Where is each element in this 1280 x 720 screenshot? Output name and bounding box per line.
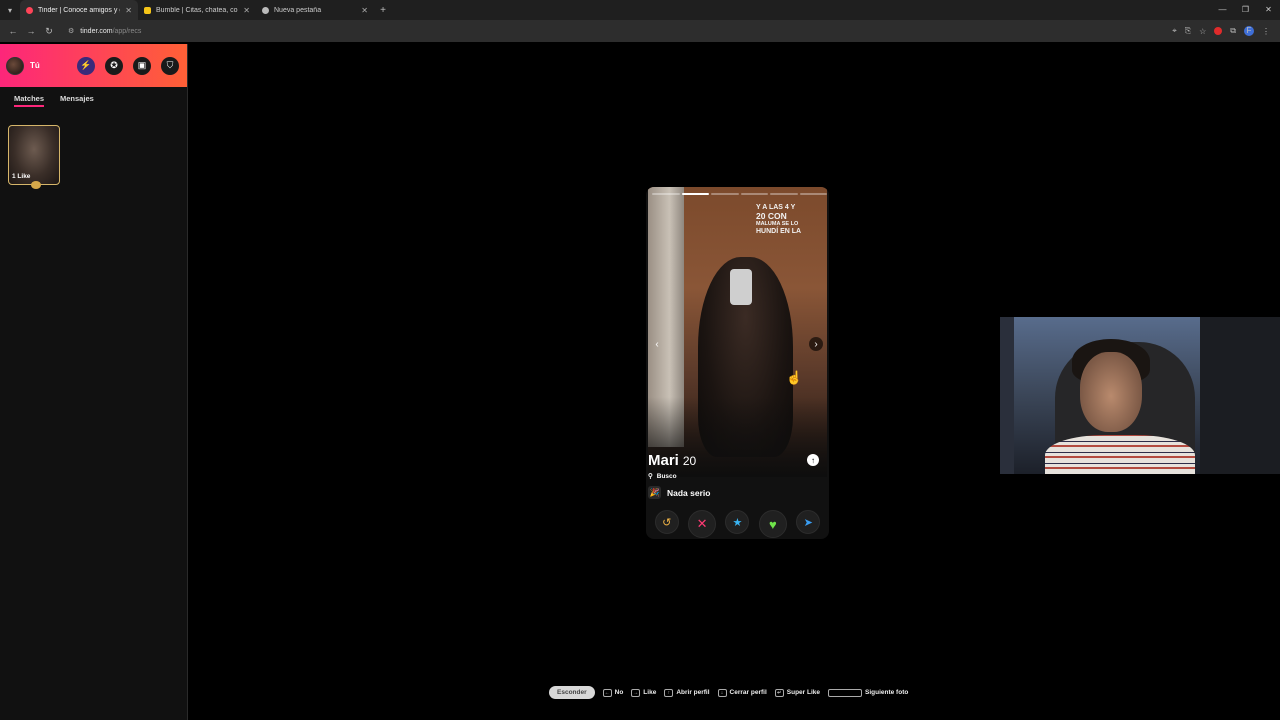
minimize-icon[interactable]: — (1211, 0, 1234, 20)
bumble-favicon-icon (144, 6, 151, 14)
photo-progress-segment (681, 193, 709, 195)
browser-toolbar: ← → ↻ ⚙ tinder.com/app/recs ⌖ ⎘ ☆ ⧉ F ⋮ (0, 20, 1280, 42)
explore-compass-icon[interactable]: ✪ (105, 56, 123, 75)
tinder-favicon-icon (26, 6, 33, 14)
forward-icon[interactable]: → (22, 26, 40, 36)
profile-info: Mari 20 ↑ ⚲ Busco 🎉 Nada serio (648, 452, 827, 499)
hint-like: → Like (631, 688, 657, 697)
install-app-icon[interactable]: ⎘ (1185, 26, 1191, 36)
relationship-goal-text: Nada serio (667, 487, 711, 498)
magnifier-icon: ⚲ (648, 473, 653, 480)
up-arrow-key-icon: ↑ (664, 688, 674, 697)
profile-avatar[interactable]: F (1244, 26, 1254, 36)
sidebar-tabs: Matches Mensajes (0, 87, 187, 113)
looking-for-label: Busco (656, 472, 677, 480)
enter-key-icon: ↵ (774, 688, 784, 697)
next-photo-chevron-icon[interactable]: › (809, 337, 823, 351)
hint-open-profile: ↑ Abrir perfil (664, 688, 710, 697)
browser-tab-bar: ▾ Tinder | Conoce amigos y gente ✕ Bumbl… (0, 0, 1280, 20)
tab-messages[interactable]: Mensajes (60, 94, 94, 107)
chrome-favicon-icon (262, 6, 269, 14)
boost-lightning-icon[interactable]: ⚡ (77, 56, 95, 75)
photo-progress-segment (799, 193, 827, 195)
site-info-icon[interactable]: ⚙ (68, 27, 74, 35)
profile-name: Mari (648, 452, 679, 469)
nope-button[interactable]: ✕ (688, 510, 717, 538)
tab-matches[interactable]: Matches (14, 94, 45, 107)
tab-search-icon[interactable]: ▾ (0, 0, 20, 20)
sidebar-header: Tú ⚡ ✪ ▣ ⛉ (0, 44, 187, 87)
right-arrow-key-icon: → (631, 688, 641, 697)
extensions-puzzle-icon[interactable]: ⧉ (1230, 26, 1236, 36)
reload-icon[interactable]: ↻ (40, 26, 58, 37)
close-window-icon[interactable]: ✕ (1257, 0, 1280, 20)
photo-caption: Y A LAS 4 Y 20 CON MALUMA SE LO HUNDÍ EN… (756, 204, 802, 235)
send-boost-button[interactable]: ➤ (796, 510, 821, 534)
photo-progress-bar (652, 193, 827, 196)
looking-for-row: ⚲ Busco (648, 472, 827, 481)
webcam-overlay (1000, 317, 1280, 474)
keyboard-shortcuts-bar: Esconder ← No → Like ↑ Abrir perfil ↓ Cerrar… (549, 686, 908, 699)
close-tab-icon[interactable]: ✕ (243, 6, 250, 15)
url-host: tinder.com (80, 27, 113, 35)
my-avatar[interactable] (6, 56, 24, 75)
hint-next-photo: Siguiente foto (828, 688, 908, 697)
previous-photo-chevron-icon[interactable]: ‹ (650, 337, 664, 351)
photo-progress-segment (711, 193, 739, 195)
open-profile-arrow-icon[interactable]: ↑ (807, 454, 819, 466)
down-arrow-key-icon: ↓ (717, 688, 727, 697)
address-bar[interactable]: ⚙ tinder.com/app/recs (62, 23, 1162, 39)
url-path: /app/recs (112, 27, 142, 35)
swipe-actions: ↺ ✕ ★ ♥ ➤ (646, 510, 829, 538)
left-arrow-key-icon: ← (602, 688, 612, 697)
toolbar-icons: ⌖ ⎘ ☆ ⧉ F ⋮ (1172, 26, 1276, 36)
tab-tinder[interactable]: Tinder | Conoce amigos y gente ✕ (20, 0, 138, 20)
photo-progress-segment (770, 193, 798, 195)
close-tab-icon[interactable]: ✕ (125, 6, 132, 15)
my-profile-label[interactable]: Tú (30, 61, 40, 70)
super-like-button[interactable]: ★ (725, 510, 750, 534)
tab-title: Tinder | Conoce amigos y gente (38, 6, 120, 14)
tab-bumble[interactable]: Bumble | Citas, chatea, conoce ✕ (138, 0, 256, 20)
close-tab-icon[interactable]: ✕ (361, 6, 368, 15)
tab-title: Nueva pestaña (274, 6, 322, 14)
new-tab-plus-icon[interactable]: + (374, 5, 392, 16)
restore-icon[interactable]: ❐ (1234, 0, 1257, 20)
party-popper-icon: 🎉 (648, 486, 661, 499)
gold-heart-icon (31, 181, 41, 189)
hint-close-profile: ↓ Cerrar perfil (717, 688, 767, 697)
location-icon[interactable]: ⌖ (1172, 26, 1177, 36)
sidebar-header-icons: ⚡ ✪ ▣ ⛉ (77, 56, 179, 75)
hint-nope: ← No (602, 688, 624, 697)
briefcase-icon[interactable]: ▣ (133, 56, 151, 75)
profile-photo[interactable]: Y A LAS 4 Y 20 CON MALUMA SE LO HUNDÍ EN… (648, 187, 827, 477)
like-button[interactable]: ♥ (758, 510, 787, 538)
safety-shield-icon[interactable]: ⛉ (161, 56, 179, 75)
photo-progress-segment (740, 193, 768, 195)
extension-icon[interactable] (1214, 27, 1223, 35)
back-icon[interactable]: ← (4, 26, 22, 36)
space-key-icon (828, 688, 862, 697)
tab-new[interactable]: Nueva pestaña ✕ (256, 0, 374, 20)
matches-sidebar: Tú ⚡ ✪ ▣ ⛉ Matches Mensajes 1 Like (0, 44, 188, 720)
hint-super-like: ↵ Super Like (774, 688, 820, 697)
profile-card[interactable]: Y A LAS 4 Y 20 CON MALUMA SE LO HUNDÍ EN… (646, 187, 829, 539)
kebab-menu-icon[interactable]: ⋮ (1262, 27, 1270, 36)
window-controls: — ❐ ✕ (1211, 0, 1280, 20)
likes-you-card[interactable]: 1 Like (8, 125, 60, 189)
rewind-button[interactable]: ↺ (654, 510, 679, 534)
photo-progress-segment (652, 193, 680, 195)
likes-count-label: 1 Like (12, 173, 31, 180)
profile-age: 20 (682, 454, 697, 468)
bookmark-star-icon[interactable]: ☆ (1199, 27, 1206, 36)
hand-cursor-icon: ☝ (786, 370, 803, 385)
hide-shortcuts-button[interactable]: Esconder (549, 686, 595, 699)
tab-title: Bumble | Citas, chatea, conoce (156, 6, 238, 14)
relationship-goal: 🎉 Nada serio (648, 486, 827, 499)
